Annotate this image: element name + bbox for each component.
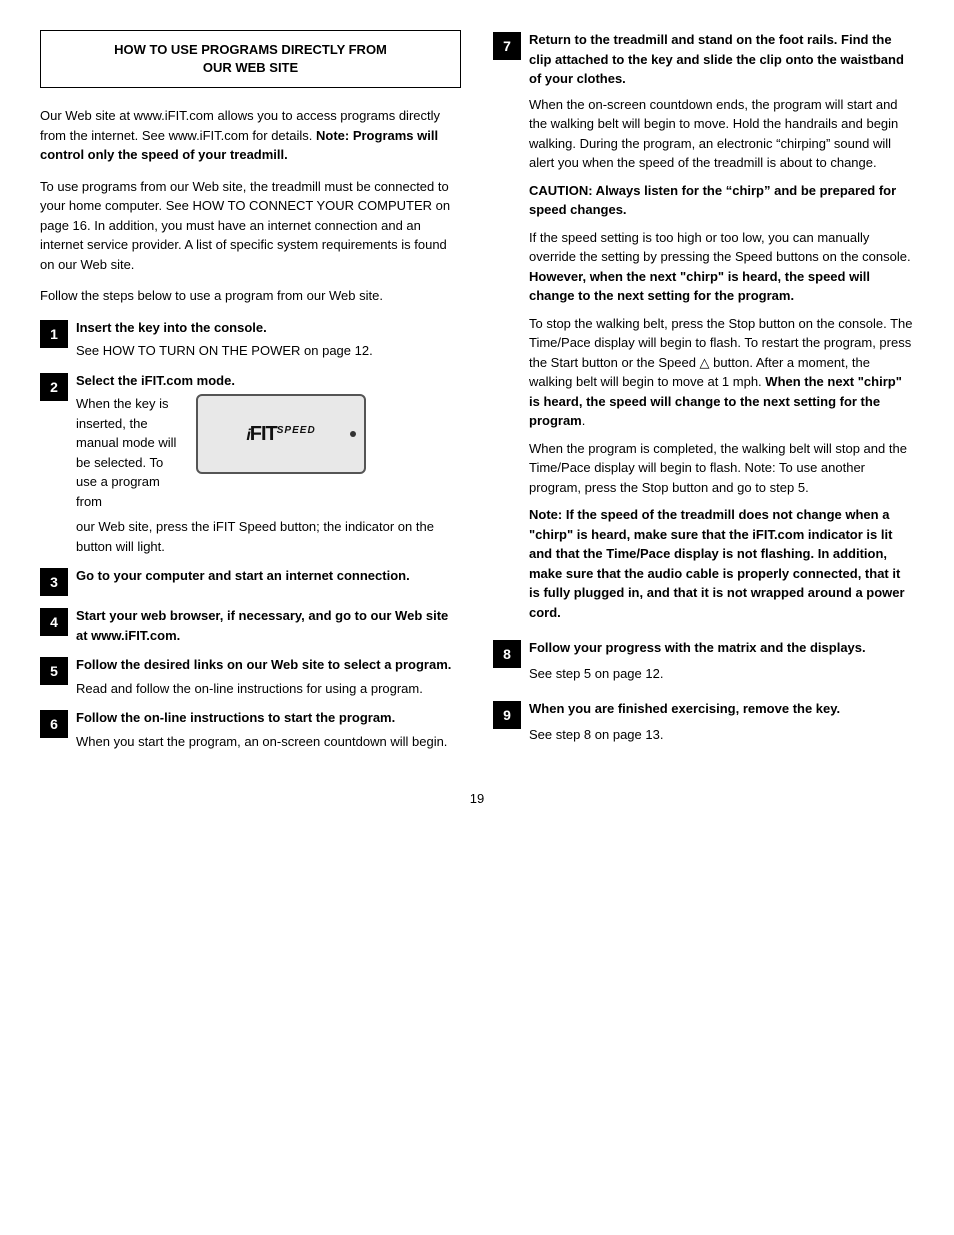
step-3-title: Go to your computer and start an interne… bbox=[76, 566, 461, 586]
step-6-body: When you start the program, an on-screen… bbox=[76, 732, 461, 752]
step-8-row: 8 Follow your progress with the matrix a… bbox=[493, 638, 914, 683]
step-7-para2: If the speed setting is too high or too … bbox=[529, 228, 914, 306]
step-2-body-below: our Web site, press the iFIT Speed butto… bbox=[76, 517, 461, 556]
intro-para3: Follow the steps below to use a program … bbox=[40, 286, 461, 306]
step-7-title: Return to the treadmill and stand on the… bbox=[529, 30, 914, 89]
page: HOW TO USE PROGRAMS DIRECTLY FROM OUR WE… bbox=[0, 0, 954, 1235]
step-4-title: Start your web browser, if necessary, an… bbox=[76, 606, 461, 645]
step-3-content: Go to your computer and start an interne… bbox=[68, 566, 461, 586]
step-3-number: 3 bbox=[40, 568, 68, 596]
step-7-body1: When the on-screen countdown ends, the p… bbox=[529, 95, 914, 623]
ifit-logo: iFITSPEED bbox=[246, 423, 315, 446]
header-title: HOW TO USE PROGRAMS DIRECTLY FROM OUR WE… bbox=[55, 41, 446, 77]
step-1-number: 1 bbox=[40, 320, 68, 348]
two-column-layout: HOW TO USE PROGRAMS DIRECTLY FROM OUR WE… bbox=[40, 30, 914, 761]
step-8-number: 8 bbox=[493, 640, 521, 668]
step-9-row: 9 When you are finished exercising, remo… bbox=[493, 699, 914, 744]
step-6-title: Follow the on-line instructions to start… bbox=[76, 708, 461, 728]
step-1-body: See HOW TO TURN ON THE POWER on page 12. bbox=[76, 341, 461, 361]
step-7-caution: CAUTION: Always listen for the “chirp” a… bbox=[529, 181, 914, 220]
step-7-para3: To stop the walking belt, press the Stop… bbox=[529, 314, 914, 431]
step-9-number: 9 bbox=[493, 701, 521, 729]
step-4-number: 4 bbox=[40, 608, 68, 636]
ifit-display-image: iFITSPEED bbox=[196, 394, 366, 474]
header-box: HOW TO USE PROGRAMS DIRECTLY FROM OUR WE… bbox=[40, 30, 461, 88]
step-7-para4: When the program is completed, the walki… bbox=[529, 439, 914, 498]
step-2-content: Select the iFIT.com mode. When the key i… bbox=[68, 371, 461, 557]
step-2-row: 2 Select the iFIT.com mode. When the key… bbox=[40, 371, 461, 557]
step-5-number: 5 bbox=[40, 657, 68, 685]
step-9-content: When you are finished exercising, remove… bbox=[521, 699, 914, 744]
step-2-title: Select the iFIT.com mode. bbox=[76, 371, 461, 391]
intro-para1: Our Web site at www.iFIT.com allows you … bbox=[40, 106, 461, 165]
right-column: 7 Return to the treadmill and stand on t… bbox=[493, 30, 914, 761]
step-5-content: Follow the desired links on our Web site… bbox=[68, 655, 461, 698]
step-5-row: 5 Follow the desired links on our Web si… bbox=[40, 655, 461, 698]
step-7-content: Return to the treadmill and stand on the… bbox=[521, 30, 914, 622]
step-7-note: Note: If the speed of the treadmill does… bbox=[529, 505, 914, 622]
step-2-image-area: When the key is inserted, the manual mod… bbox=[76, 394, 461, 511]
ifit-logo-fit: FIT bbox=[250, 423, 277, 445]
step-9-body: See step 8 on page 13. bbox=[529, 725, 914, 745]
step-6-number: 6 bbox=[40, 710, 68, 738]
page-number: 19 bbox=[40, 791, 914, 806]
step-1-title: Insert the key into the console. bbox=[76, 318, 461, 338]
step-9-title: When you are finished exercising, remove… bbox=[529, 699, 914, 719]
step-7-para1: When the on-screen countdown ends, the p… bbox=[529, 95, 914, 173]
left-column: HOW TO USE PROGRAMS DIRECTLY FROM OUR WE… bbox=[40, 30, 461, 761]
step-7-row: 7 Return to the treadmill and stand on t… bbox=[493, 30, 914, 622]
step-2-text-left: When the key is inserted, the manual mod… bbox=[76, 394, 186, 511]
step-3-row: 3 Go to your computer and start an inter… bbox=[40, 566, 461, 596]
step-1-row: 1 Insert the key into the console. See H… bbox=[40, 318, 461, 361]
step-2-number: 2 bbox=[40, 373, 68, 401]
step-6-row: 6 Follow the on-line instructions to sta… bbox=[40, 708, 461, 751]
step-4-row: 4 Start your web browser, if necessary, … bbox=[40, 606, 461, 645]
step-5-title: Follow the desired links on our Web site… bbox=[76, 655, 461, 675]
step-5-body: Read and follow the on-line instructions… bbox=[76, 679, 461, 699]
step-1-content: Insert the key into the console. See HOW… bbox=[68, 318, 461, 361]
step-8-content: Follow your progress with the matrix and… bbox=[521, 638, 914, 683]
step-8-title: Follow your progress with the matrix and… bbox=[529, 638, 914, 658]
step-6-content: Follow the on-line instructions to start… bbox=[68, 708, 461, 751]
ifit-logo-speed: SPEED bbox=[277, 425, 316, 436]
step-8-body: See step 5 on page 12. bbox=[529, 664, 914, 684]
intro-para2: To use programs from our Web site, the t… bbox=[40, 177, 461, 275]
step-4-content: Start your web browser, if necessary, an… bbox=[68, 606, 461, 645]
step-7-number: 7 bbox=[493, 32, 521, 60]
ifit-display-dot bbox=[350, 431, 356, 437]
